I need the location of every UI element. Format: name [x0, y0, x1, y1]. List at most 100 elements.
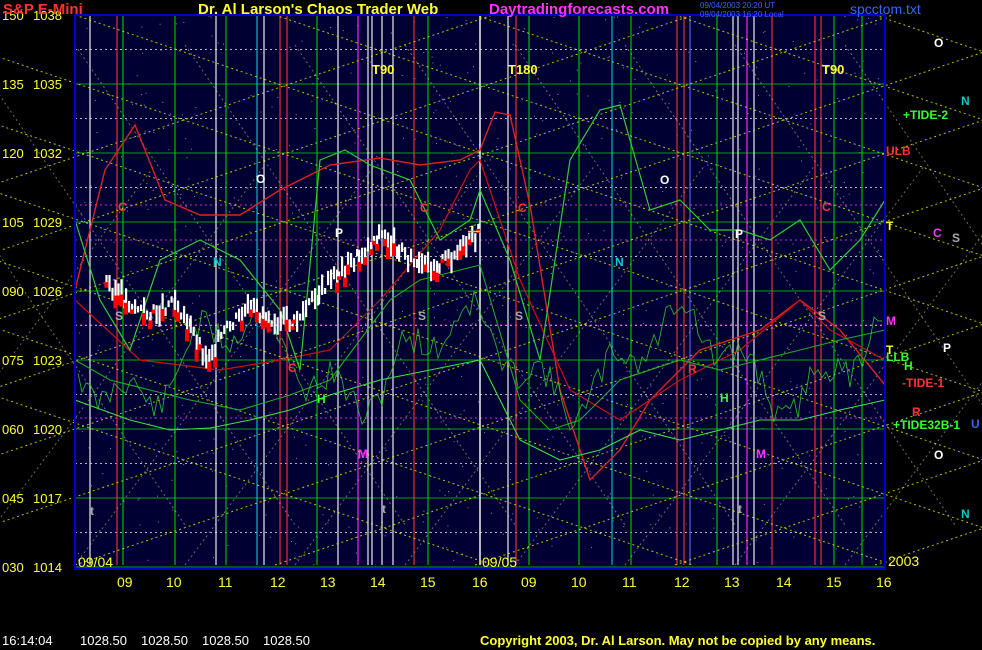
star-dot [789, 412, 791, 413]
star-dot [455, 533, 457, 535]
star-dot [172, 259, 174, 261]
star-dot [185, 138, 187, 140]
star-dot [275, 430, 276, 431]
star-dot [137, 499, 139, 501]
star-dot [777, 242, 779, 244]
copyright: Copyright 2003, Dr. Al Larson. May not b… [480, 633, 875, 648]
star-dot [695, 61, 697, 62]
x-tick-label: 11 [622, 574, 637, 590]
star-dot [589, 471, 591, 473]
star-dot [446, 546, 448, 548]
star-dot [449, 101, 451, 103]
star-dot [669, 527, 671, 529]
star-dot [467, 72, 469, 74]
chart-annotation: S [418, 309, 426, 323]
price-bar [211, 344, 214, 361]
star-dot [544, 202, 546, 203]
timestamp-ut: 09/04/2003 20:20 UT [700, 1, 775, 10]
star-dot [98, 345, 100, 347]
star-dot [666, 74, 668, 76]
star-dot [652, 494, 654, 496]
price-bar [367, 237, 370, 252]
footer-close: 1028.50 [263, 633, 310, 648]
y-right-tick-label: 1017 [33, 491, 62, 506]
star-dot [258, 326, 260, 328]
star-dot [340, 295, 342, 297]
price-bar-red [151, 309, 156, 314]
star-dot [828, 140, 830, 142]
star-dot [721, 245, 723, 247]
price-bar [327, 270, 330, 286]
star-dot [459, 296, 461, 298]
price-bar-red [176, 312, 180, 322]
y-left-tick-label: 090 [2, 284, 24, 299]
price-bar-red [119, 294, 124, 307]
star-dot [711, 168, 713, 170]
star-dot [622, 314, 624, 315]
right-margin-label: +TIDE-2 [903, 108, 948, 122]
star-dot [869, 269, 871, 271]
chart-annotation: t [382, 502, 386, 516]
price-bar-red [130, 309, 134, 315]
price-bar [413, 258, 416, 268]
price-bar [270, 320, 273, 327]
price-bar [223, 325, 226, 335]
star-dot [690, 129, 692, 131]
right-margin-label: S [952, 231, 960, 245]
chart-annotation: R [688, 362, 697, 376]
star-dot [311, 100, 313, 102]
star-dot [296, 558, 298, 560]
price-bar-red [213, 357, 218, 368]
star-dot [275, 149, 277, 150]
star-dot [763, 503, 765, 505]
star-dot [289, 46, 291, 48]
star-dot [816, 207, 818, 209]
star-dot [157, 495, 158, 497]
price-bar [246, 294, 249, 314]
star-dot [615, 129, 617, 131]
price-bar [416, 259, 419, 268]
star-dot [467, 507, 469, 509]
star-dot [348, 526, 350, 528]
star-dot [401, 75, 403, 76]
star-dot [355, 552, 357, 554]
star-dot [852, 297, 854, 299]
price-bar-red [148, 320, 153, 328]
site-link[interactable]: Daytradingforecasts.com [489, 1, 669, 18]
star-dot [788, 349, 790, 351]
price-bar [258, 312, 261, 324]
right-margin-label: ULB [886, 144, 911, 158]
price-bar [158, 305, 161, 327]
star-dot [808, 395, 810, 396]
chart-annotation: S [818, 309, 826, 323]
star-dot [155, 443, 157, 445]
price-bar [238, 308, 241, 322]
star-dot [650, 524, 652, 526]
star-dot [585, 218, 587, 220]
star-dot [96, 131, 98, 133]
star-dot [363, 237, 365, 239]
star-dot [529, 177, 531, 179]
y-right-tick-label: 1026 [33, 284, 62, 299]
star-dot [211, 470, 213, 472]
star-dot [448, 491, 449, 493]
star-dot [857, 19, 859, 21]
price-bar-red [383, 238, 387, 247]
star-dot [609, 493, 611, 495]
star-dot [147, 559, 149, 561]
star-dot [138, 498, 140, 500]
price-bar [430, 261, 433, 282]
star-dot [136, 75, 138, 77]
price-bar-red [185, 329, 189, 342]
price-bar [217, 329, 220, 342]
star-dot [645, 23, 647, 24]
price-bar [232, 322, 235, 330]
star-dot [183, 22, 185, 23]
price-bar-red [343, 277, 347, 288]
star-dot [432, 62, 434, 64]
star-dot [843, 182, 845, 183]
chart-annotation: t [90, 504, 94, 518]
star-dot [729, 456, 731, 458]
price-bar-red [435, 272, 439, 283]
price-bar-red [423, 264, 427, 273]
